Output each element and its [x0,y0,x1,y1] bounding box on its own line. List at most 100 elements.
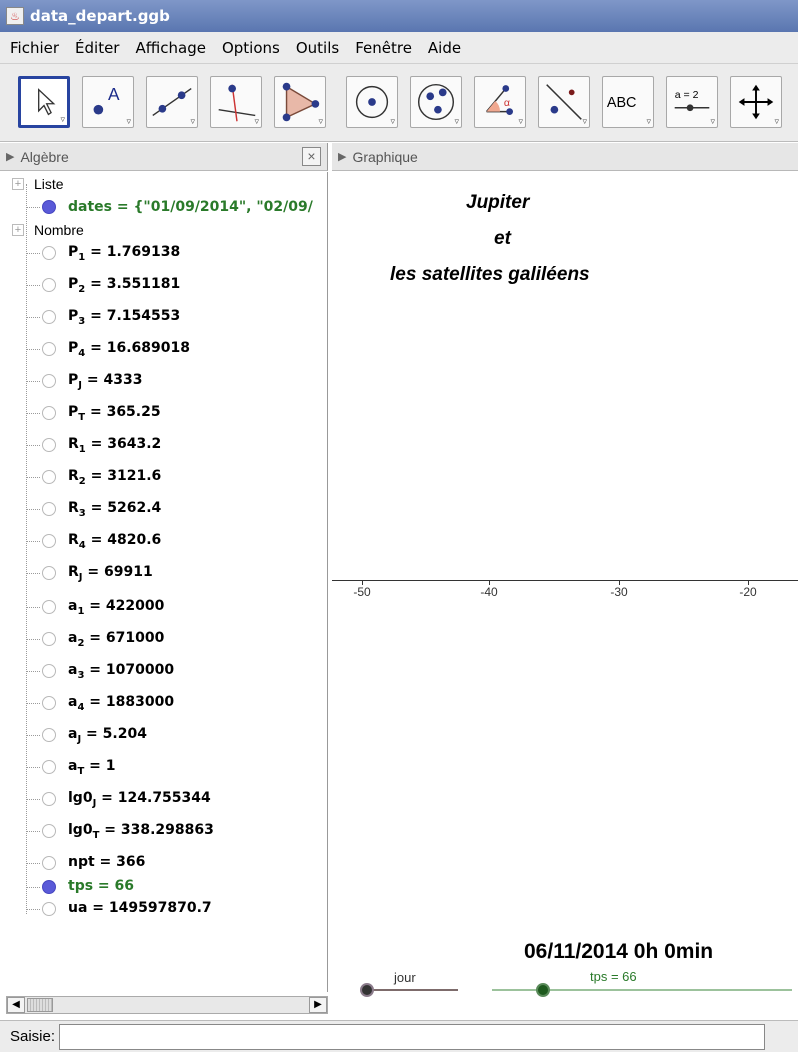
move-tool-button[interactable]: ▿ [18,76,70,128]
menu-outils[interactable]: Outils [286,39,345,57]
list-item[interactable]: R3 = 5262.4 [26,498,161,520]
graph-title-line-2: et [494,228,511,249]
visibility-toggle-icon[interactable] [42,374,56,388]
scroll-right-icon[interactable]: ▶ [309,997,327,1013]
slider-tool-button[interactable]: a = 2 ▿ [666,76,718,128]
perpendicular-tool-button[interactable]: ▿ [210,76,262,128]
command-input[interactable] [59,1023,766,1050]
app-icon: ♨ [6,7,24,25]
list-item[interactable]: PT = 365.25 [26,402,161,424]
list-item[interactable]: P1 = 1.769138 [26,242,180,264]
list-item[interactable]: aJ = 5.204 [26,724,147,746]
visibility-toggle-icon[interactable] [42,566,56,580]
list-item[interactable]: P2 = 3.551181 [26,274,180,296]
svg-text:A: A [108,84,120,104]
algebra-horizontal-scrollbar[interactable]: ◀ ▶ [6,996,328,1014]
x-tick-label: -40 [480,585,498,599]
menu-editer[interactable]: Éditer [65,39,125,57]
date-display: 06/11/2014 0h 0min [524,940,714,963]
title-bar: ♨ data_depart.ggb [0,0,798,32]
x-axis [332,580,798,581]
list-item[interactable]: a1 = 422000 [26,596,164,618]
close-panel-button[interactable]: × [302,147,321,166]
input-label: Saisie: [10,1028,56,1045]
visibility-toggle-icon[interactable] [42,824,56,838]
category-liste[interactable]: + Liste [12,176,64,192]
point-tool-button[interactable]: A ▿ [82,76,134,128]
menu-aide[interactable]: Aide [418,39,467,57]
visibility-toggle-icon[interactable] [42,470,56,484]
list-item[interactable]: R4 = 4820.6 [26,530,161,552]
svg-text:α: α [504,97,510,109]
visibility-toggle-icon[interactable] [42,600,56,614]
jour-slider-handle[interactable] [360,983,374,997]
list-item[interactable]: lg0T = 338.298863 [26,820,214,842]
list-item[interactable]: aT = 1 [26,756,116,778]
list-item[interactable]: P4 = 16.689018 [26,338,190,360]
svg-text:a = 2: a = 2 [675,89,699,101]
visibility-toggle-icon[interactable] [42,760,56,774]
visibility-toggle-icon[interactable] [42,246,56,260]
menu-options[interactable]: Options [212,39,286,57]
circle-tool-button[interactable]: ▿ [346,76,398,128]
list-item[interactable]: a3 = 1070000 [26,660,174,682]
reflect-tool-button[interactable]: ▿ [538,76,590,128]
tps-slider-handle[interactable] [536,983,550,997]
menu-bar: Fichier Éditer Affichage Options Outils … [0,32,798,64]
list-item[interactable]: tps = 66 [26,876,134,898]
graphics-panel-title: Graphique [352,148,418,165]
visibility-toggle-icon[interactable] [42,902,56,916]
list-item[interactable]: P3 = 7.154553 [26,306,180,328]
algebra-view: + Liste dates = {"01/09/2014", "02/09/ +… [0,172,328,992]
menu-fenetre[interactable]: Fenêtre [345,39,418,57]
list-item[interactable]: PJ = 4333 [26,370,142,392]
panel-toggle-icon[interactable]: ▶ [6,150,14,163]
visibility-toggle-icon[interactable] [42,438,56,452]
scroll-thumb[interactable] [27,998,53,1012]
move-view-tool-button[interactable]: ▿ [730,76,782,128]
menu-fichier[interactable]: Fichier [0,39,65,57]
expand-icon[interactable]: + [12,224,24,236]
scroll-left-icon[interactable]: ◀ [7,997,25,1013]
visibility-toggle-icon[interactable] [42,342,56,356]
line-tool-button[interactable]: ▿ [146,76,198,128]
list-item[interactable]: ua = 149597870.7 [26,898,212,920]
list-item[interactable]: a4 = 1883000 [26,692,174,714]
algebra-panel-title: Algèbre [20,148,69,165]
jour-slider-track[interactable] [366,989,458,991]
visibility-toggle-icon[interactable] [42,856,56,870]
x-tick-label: -20 [739,585,757,599]
list-item[interactable]: R1 = 3643.2 [26,434,161,456]
algebra-panel-header: ▶ Algèbre × [0,143,328,171]
visibility-toggle-icon[interactable] [42,696,56,710]
category-nombre[interactable]: + Nombre [12,222,84,238]
graphics-view[interactable]: Jupiter et les satellites galiléens -50 … [332,172,798,1020]
list-item[interactable]: R2 = 3121.6 [26,466,161,488]
visibility-toggle-icon[interactable] [42,534,56,548]
visibility-toggle-icon[interactable] [42,632,56,646]
visibility-toggle-icon[interactable] [42,406,56,420]
list-item[interactable]: a2 = 671000 [26,628,164,650]
polygon-tool-button[interactable]: ▿ [274,76,326,128]
toolbar: ▿ A ▿ ▿ ▿ ▿ ▿ ▿ α ▿ ▿ ABC ▿ a = 2 ▿ ▿ [0,64,798,142]
visibility-toggle-icon[interactable] [42,792,56,806]
panel-toggle-icon[interactable]: ▶ [338,150,346,163]
list-item[interactable]: RJ = 69911 [26,562,153,584]
expand-icon[interactable]: + [12,178,24,190]
visibility-toggle-icon[interactable] [42,664,56,678]
angle-tool-button[interactable]: α ▿ [474,76,526,128]
x-tick-label: -30 [610,585,628,599]
menu-affichage[interactable]: Affichage [125,39,211,57]
visibility-toggle-icon[interactable] [42,502,56,516]
visibility-toggle-icon[interactable] [42,880,56,894]
list-item-dates[interactable]: dates = {"01/09/2014", "02/09/ [26,196,313,218]
visibility-toggle-icon[interactable] [42,278,56,292]
list-item[interactable]: lg0J = 124.755344 [26,788,211,810]
visibility-toggle-icon[interactable] [42,200,56,214]
text-tool-button[interactable]: ABC ▿ [602,76,654,128]
visibility-toggle-icon[interactable] [42,728,56,742]
tps-slider-label: tps = 66 [590,969,637,984]
list-item[interactable]: npt = 366 [26,852,145,874]
conic-tool-button[interactable]: ▿ [410,76,462,128]
visibility-toggle-icon[interactable] [42,310,56,324]
